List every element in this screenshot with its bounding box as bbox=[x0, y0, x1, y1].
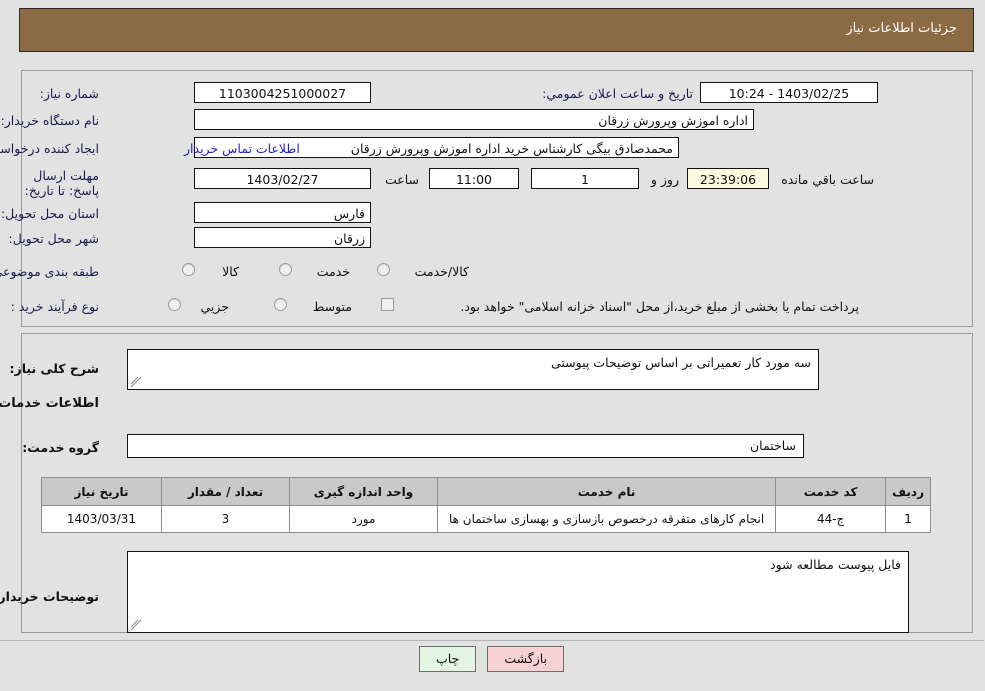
buyer-org-label: نام دستگاه خریدار: bbox=[1, 113, 100, 128]
page-root: AriaTender.net جزئیات اطلاعات نیاز شماره… bbox=[0, 0, 985, 691]
purchase-process-label: نوع فرآیند خرید : bbox=[11, 299, 100, 314]
col-qty: تعداد / مقدار bbox=[162, 477, 291, 506]
service-group-field[interactable]: ساختمان bbox=[128, 434, 805, 458]
cell-need-date: 1403/03/31 bbox=[42, 505, 163, 533]
radio-category-khedmat[interactable] bbox=[280, 263, 293, 276]
col-radif: ردیف bbox=[886, 477, 932, 506]
days-remaining-value: 1 bbox=[532, 168, 640, 189]
radio-process-motavaset[interactable] bbox=[275, 298, 288, 311]
footer-divider bbox=[0, 640, 985, 641]
table-header-row: ردیف کد خدمت نام خدمت واحد اندازه گیری ت… bbox=[42, 477, 932, 506]
table-row: 1 ج-44 انجام کارهای متفرقه درخصوص بازساز… bbox=[42, 505, 932, 533]
announce-datetime-value: 1403/02/25 - 10:24 bbox=[701, 82, 879, 103]
service-group-label: گروه خدمت: bbox=[23, 440, 100, 455]
buyer-org-value: اداره اموزش وپرورش زرقان bbox=[195, 109, 755, 130]
services-table: ردیف کد خدمت نام خدمت واحد اندازه گیری ت… bbox=[42, 477, 932, 533]
cell-name: انجام کارهای متفرقه درخصوص بازسازی و بهس… bbox=[437, 505, 778, 533]
treasury-bonds-checkbox[interactable] bbox=[382, 298, 395, 311]
radio-category-kala-khedmat[interactable] bbox=[378, 263, 391, 276]
resize-grip-icon[interactable] bbox=[131, 619, 143, 631]
cell-qty: 3 bbox=[162, 505, 291, 533]
countdown-label: ساعت باقي مانده bbox=[782, 172, 875, 187]
cell-unit: مورد bbox=[290, 505, 439, 533]
col-name: نام خدمت bbox=[437, 477, 778, 506]
days-remaining-label: روز و bbox=[651, 172, 680, 187]
radio-category-kala-khedmat-label: کالا/خدمت bbox=[415, 264, 470, 279]
service-group-value: ساختمان bbox=[751, 438, 797, 453]
need-summary-textarea[interactable]: سه مورد کار تعمیراتی بر اساس توضیحات پیو… bbox=[128, 349, 820, 390]
window-title-bar: جزئیات اطلاعات نیاز bbox=[20, 8, 975, 52]
announce-datetime-label: تاریخ و ساعت اعلان عمومي: bbox=[543, 86, 694, 101]
radio-process-jozei-label: جزیي bbox=[201, 299, 230, 314]
need-summary-value: سه مورد کار تعمیراتی بر اساس توضیحات پیو… bbox=[551, 355, 812, 370]
countdown-timer: 23:39:06 bbox=[688, 168, 770, 189]
print-button[interactable]: چاپ bbox=[419, 646, 478, 672]
delivery-city-label: شهر محل تحویل: bbox=[9, 231, 100, 246]
delivery-province-label: استان محل تحویل: bbox=[1, 206, 100, 221]
radio-category-kala-label: کالا bbox=[223, 264, 240, 279]
col-unit: واحد اندازه گیری bbox=[290, 477, 439, 506]
buyer-notes-textarea[interactable]: فایل پیوست مطالعه شود bbox=[128, 551, 910, 633]
delivery-city-value: زرقان bbox=[195, 227, 372, 248]
deadline-hour-value: 11:00 bbox=[430, 168, 520, 189]
deadline-hour-label: ساعت bbox=[385, 172, 420, 187]
back-button[interactable]: بازگشت bbox=[488, 646, 566, 672]
need-number-label: شماره نیاز: bbox=[40, 86, 100, 101]
radio-process-jozei[interactable] bbox=[169, 298, 182, 311]
cell-code: ج-44 bbox=[776, 505, 888, 533]
cell-radif: 1 bbox=[886, 505, 932, 533]
col-code: کد خدمت bbox=[776, 477, 888, 506]
subject-category-label: طبقه بندی موضوعی: bbox=[0, 264, 100, 279]
treasury-bonds-label: پرداخت تمام یا بخشی از مبلغ خرید،از محل … bbox=[461, 299, 860, 314]
buyer-notes-value: فایل پیوست مطالعه شود bbox=[771, 557, 902, 572]
buyer-contact-link[interactable]: اطلاعات تماس خریدار bbox=[185, 141, 301, 156]
need-number-value: 1103004251000027 bbox=[195, 82, 372, 103]
radio-process-motavaset-label: متوسط bbox=[313, 299, 353, 314]
col-need-date: تاریخ نیاز bbox=[42, 477, 163, 506]
footer-button-bar: بازگشت چاپ bbox=[0, 646, 985, 672]
request-creator-label: ایجاد کننده درخواست: bbox=[0, 141, 100, 156]
buyer-notes-label: توضیحات خریدار: bbox=[0, 589, 100, 604]
response-deadline-label: مهلت ارسال پاسخ: تا تاریخ: bbox=[25, 168, 100, 198]
delivery-province-value: فارس bbox=[195, 202, 372, 223]
deadline-date-value: 1403/02/27 bbox=[195, 168, 372, 189]
radio-category-kala[interactable] bbox=[183, 263, 196, 276]
services-section-heading: اطلاعات خدمات مورد نیاز bbox=[0, 396, 100, 411]
radio-category-khedmat-label: خدمت bbox=[317, 264, 351, 279]
resize-grip-icon[interactable] bbox=[131, 376, 143, 388]
page-title: جزئیات اطلاعات نیاز bbox=[847, 21, 958, 36]
need-summary-label: شرح کلی نیاز: bbox=[10, 361, 100, 376]
